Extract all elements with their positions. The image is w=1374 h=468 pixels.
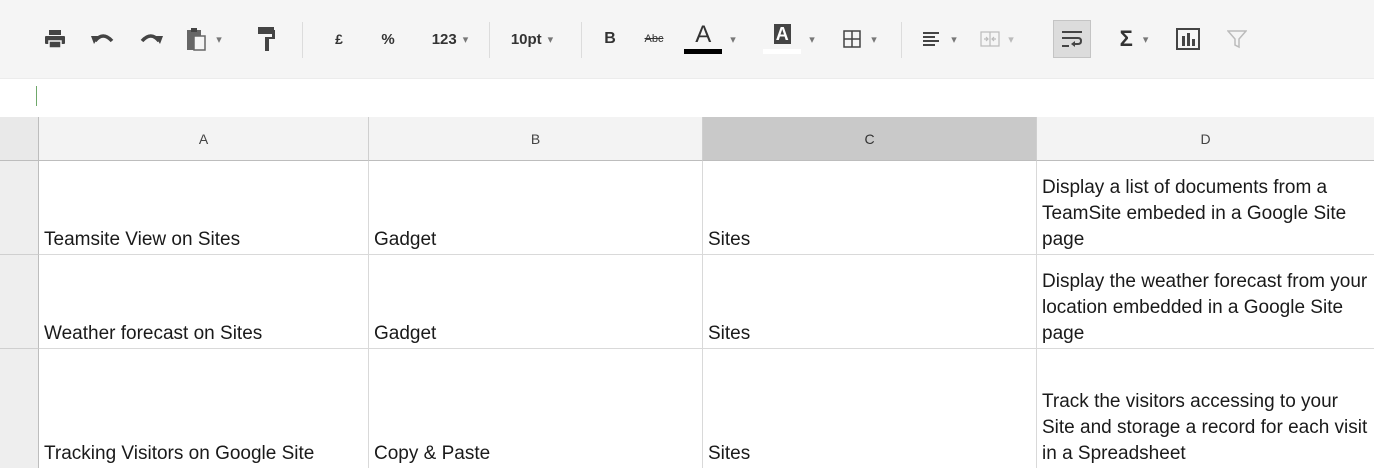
cell-c3[interactable]: Sites (703, 349, 1037, 468)
font-size-dropdown[interactable]: 10pt ▾ (494, 0, 570, 78)
column-header-d[interactable]: D (1037, 117, 1374, 161)
chevron-down-icon: ▾ (809, 33, 815, 46)
font-size-label: 10pt (510, 30, 542, 48)
cell-c1[interactable]: Sites (703, 161, 1037, 255)
align-left-icon (923, 32, 940, 46)
currency-format-button[interactable]: £ (326, 0, 352, 78)
select-all-corner[interactable] (0, 117, 39, 161)
text-color-swatch (684, 49, 723, 54)
cell-a1[interactable]: Teamsite View on Sites (39, 161, 369, 255)
text-cursor (36, 86, 37, 106)
formula-bar[interactable] (0, 79, 1374, 118)
currency-label: £ (335, 31, 343, 47)
strikethrough-button[interactable]: Abc (638, 0, 670, 78)
print-button[interactable] (40, 0, 70, 78)
strikethrough-label: Abc (644, 33, 664, 45)
column-header-c[interactable]: C (703, 117, 1037, 161)
column-header-b[interactable]: B (369, 117, 703, 161)
cell-d2[interactable]: Display the weather forecast from your l… (1037, 255, 1374, 349)
text-color-button[interactable]: A ▾ (675, 0, 745, 78)
more-formats-button[interactable]: 123 ▾ (415, 0, 485, 78)
chart-icon (1176, 28, 1200, 50)
cell-d1[interactable]: Display a list of documents from a TeamS… (1037, 161, 1374, 255)
chevron-down-icon: ▾ (730, 33, 736, 46)
fill-color-button[interactable]: A ▾ (752, 0, 826, 78)
row-header[interactable] (0, 255, 39, 349)
chevron-down-icon: ▾ (871, 33, 877, 46)
text-color-icon: A (695, 21, 712, 48)
sum-icon: Σ (1119, 26, 1133, 51)
toolbar-separator (901, 22, 902, 58)
fill-color-icon: A (773, 24, 791, 44)
chevron-down-icon: ▾ (1142, 33, 1149, 46)
cell-d3[interactable]: Track the visitors accessing to your Sit… (1037, 349, 1374, 468)
paint-format-icon (258, 27, 275, 51)
toolbar-separator (489, 22, 490, 58)
cell-a3[interactable]: Tracking Visitors on Google Site (39, 349, 369, 468)
paste-icon (187, 28, 206, 51)
undo-icon (91, 34, 114, 44)
column-header-a[interactable]: A (39, 117, 369, 161)
merge-cells-icon (980, 31, 1000, 47)
print-icon (45, 30, 65, 49)
toolbar-separator (302, 22, 303, 58)
spreadsheet-grid: A B C D Teamsite View on Sites Gadget Si… (0, 117, 1374, 468)
cell-c2[interactable]: Sites (703, 255, 1037, 349)
cell-b3[interactable]: Copy & Paste (369, 349, 703, 468)
chevron-down-icon: ▾ (462, 33, 469, 46)
redo-icon (140, 34, 163, 44)
merge-cells-button[interactable]: ▾ (971, 0, 1023, 78)
row-header[interactable] (0, 161, 39, 255)
undo-button[interactable] (88, 0, 118, 78)
row-header[interactable] (0, 349, 39, 468)
toolbar: ▾ £ % 123 ▾ 10pt ▾ B Abc A ▾ A ▾ ▾ ▾ ▾ Σ… (0, 0, 1374, 79)
toolbar-separator (581, 22, 582, 58)
bold-button[interactable]: B (597, 0, 623, 78)
chevron-down-icon: ▾ (216, 33, 222, 46)
paste-button[interactable]: ▾ (183, 0, 225, 78)
chevron-down-icon: ▾ (951, 33, 957, 46)
paint-format-button[interactable] (252, 0, 282, 78)
percent-label: % (381, 30, 395, 48)
filter-button[interactable] (1222, 0, 1252, 78)
cell-a2[interactable]: Weather forecast on Sites (39, 255, 369, 349)
cell-b1[interactable]: Gadget (369, 161, 703, 255)
chevron-down-icon: ▾ (547, 33, 554, 46)
cell-b2[interactable]: Gadget (369, 255, 703, 349)
chevron-down-icon: ▾ (1008, 33, 1014, 46)
bold-label: B (604, 30, 616, 47)
wrap-text-button[interactable] (1053, 20, 1091, 58)
redo-button[interactable] (136, 0, 166, 78)
percent-format-button[interactable]: % (375, 0, 401, 78)
fill-color-swatch (763, 49, 802, 54)
wrap-text-icon (1062, 31, 1083, 47)
functions-button[interactable]: Σ ▾ (1103, 0, 1165, 78)
number-format-label: 123 (431, 30, 457, 48)
insert-chart-button[interactable] (1171, 0, 1205, 78)
horizontal-align-button[interactable]: ▾ (913, 0, 967, 78)
filter-icon (1227, 30, 1247, 49)
borders-button[interactable]: ▾ (832, 0, 888, 78)
borders-icon (843, 30, 861, 48)
